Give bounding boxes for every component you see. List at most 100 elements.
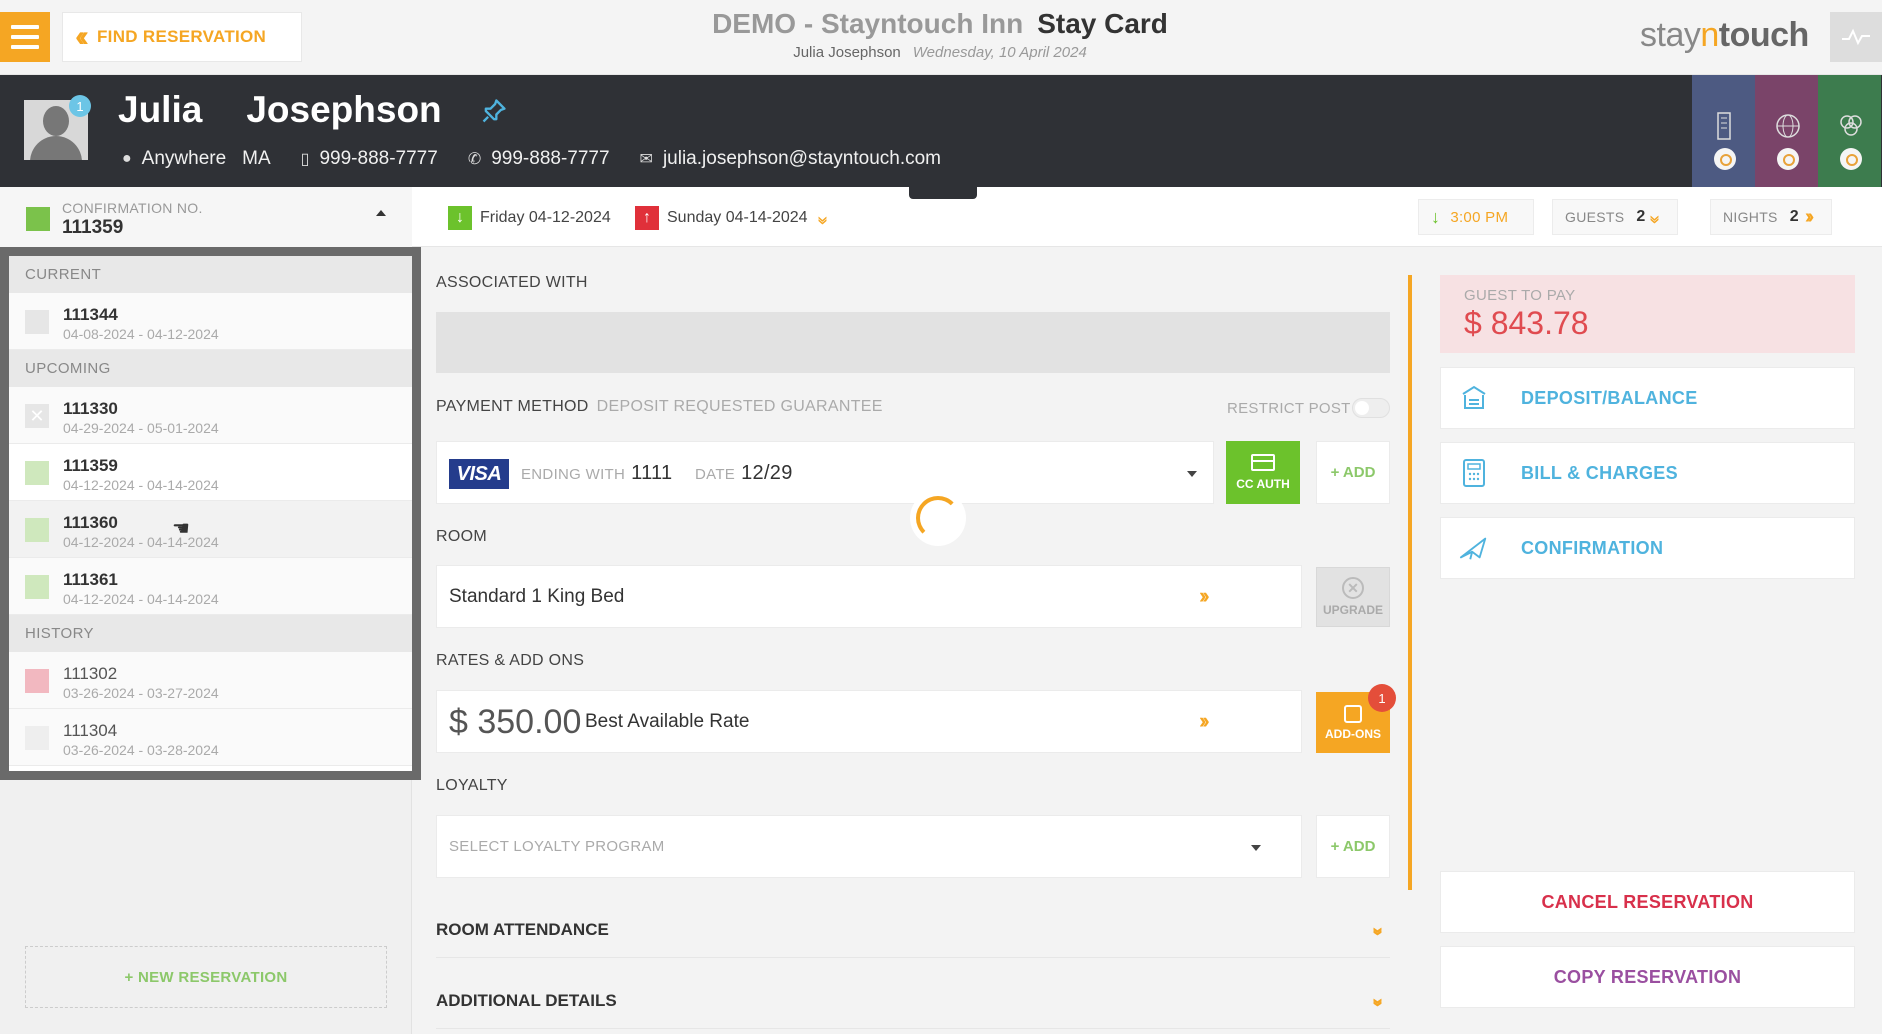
guest-name[interactable]: Julia Josephson: [118, 89, 442, 131]
loyalty-program-select[interactable]: SELECT LOYALTY PROGRAM: [436, 815, 1302, 878]
room-type: Standard 1 King Bed: [449, 586, 625, 607]
arrival-time: 3:00 PM: [1450, 208, 1509, 226]
restrict-post-toggle[interactable]: [1352, 398, 1390, 418]
chevron-right-icon: ››: [1804, 205, 1815, 228]
confirmation-status-square: [26, 207, 50, 231]
location-pin-icon: ●: [122, 150, 132, 167]
reservation-status-square: [25, 575, 49, 599]
confirmation-button[interactable]: CONFIRMATION: [1440, 517, 1855, 579]
group-current: CURRENT: [9, 256, 412, 293]
caret-up-icon[interactable]: [376, 210, 386, 216]
search-icon: [1840, 148, 1862, 170]
reservation-row-111302[interactable]: 111302 03-26-2024 - 03-27-2024: [9, 652, 412, 709]
departure-arrow-icon: ↑: [635, 206, 659, 230]
caret-down-icon: [1187, 471, 1197, 477]
reservation-row-111360[interactable]: 111360 04-12-2024 - 04-14-2024: [9, 501, 412, 558]
payment-card-selector[interactable]: VISA ENDING WITH 1111 DATE 12/29: [436, 441, 1214, 504]
group-icon: [1840, 115, 1862, 136]
reservation-dates: 04-08-2024 - 04-12-2024: [63, 326, 219, 342]
loading-spinner: [910, 490, 966, 546]
reservation-number: 111359: [63, 456, 118, 475]
rate-selector[interactable]: $ 350.00 Best Available Rate ››: [436, 690, 1302, 753]
departure-date[interactable]: ↑ Sunday 04-14-2024 ››: [635, 201, 834, 235]
arrival-time-chip[interactable]: ↓ 3:00 PM: [1418, 199, 1534, 235]
travel-agent-tile[interactable]: [1755, 75, 1818, 187]
guest-to-pay-label: GUEST TO PAY: [1464, 287, 1576, 304]
guest-email[interactable]: ✉ julia.josephson@stayntouch.com: [640, 148, 941, 170]
guest-mobile[interactable]: ▯ 999-888-7777: [301, 148, 438, 170]
upgrade-button[interactable]: ✕ UPGRADE: [1316, 567, 1390, 627]
page-subtitle: Julia Josephson Wednesday, 10 April 2024: [600, 44, 1280, 61]
arrival-time-icon: ↓: [1431, 206, 1441, 227]
find-reservation-button[interactable]: ‹‹ FIND RESERVATION: [62, 12, 302, 62]
reservation-dates: 04-12-2024 - 04-14-2024: [63, 591, 219, 607]
add-loyalty-button[interactable]: + ADD: [1316, 815, 1390, 878]
hamburger-menu-button[interactable]: [0, 12, 50, 62]
activity-pulse-button[interactable]: [1830, 12, 1882, 62]
reservation-row-111330[interactable]: ✕ 111330 04-29-2024 - 05-01-2024: [9, 387, 412, 444]
bill-charges-button[interactable]: BILL & CHARGES: [1440, 442, 1855, 504]
reservation-row-111304[interactable]: 111304 03-26-2024 - 03-28-2024: [9, 709, 412, 766]
card-ending-digits: 1111: [631, 462, 673, 484]
reservation-number: 111360: [63, 513, 118, 532]
group-history: HISTORY: [9, 615, 412, 652]
page-header: DEMO - Stayntouch Inn Stay Card Julia Jos…: [600, 8, 1280, 61]
reservation-status-square: [25, 461, 49, 485]
payment-method-label: PAYMENT METHOD DEPOSIT REQUESTED GUARANTE…: [436, 398, 883, 415]
search-icon: [1777, 148, 1799, 170]
additional-details-toggle[interactable]: ADDITIONAL DETAILS ››: [436, 973, 1390, 1029]
section-rail: [1408, 275, 1412, 890]
reservation-row-111361[interactable]: 111361 04-12-2024 - 04-14-2024: [9, 558, 412, 615]
new-reservation-button[interactable]: + NEW RESERVATION: [25, 946, 387, 1008]
caret-down-icon: [1251, 845, 1261, 851]
building-icon: [1717, 112, 1731, 140]
business-date: Wednesday, 10 April 2024: [912, 44, 1087, 61]
chevron-down-icon: ››: [1643, 214, 1666, 220]
pin-icon[interactable]: [480, 97, 508, 130]
room-type-selector[interactable]: Standard 1 King Bed ››: [436, 565, 1302, 628]
reservation-dates: 04-29-2024 - 05-01-2024: [63, 420, 219, 436]
group-tile[interactable]: [1818, 75, 1881, 187]
page-title: DEMO - Stayntouch Inn Stay Card: [600, 8, 1280, 40]
guests-chip[interactable]: GUESTS 2 ››: [1552, 199, 1678, 235]
reservation-row-111344[interactable]: 111344 04-08-2024 - 04-12-2024: [9, 293, 412, 350]
cc-auth-button[interactable]: CC AUTH: [1226, 441, 1300, 504]
rates-label: RATES & ADD ONS: [436, 652, 585, 669]
send-icon: [1459, 533, 1489, 563]
nights-label: NIGHTS: [1723, 209, 1778, 225]
guest-city: Anywhere: [141, 148, 227, 169]
group-upcoming: UPCOMING: [9, 350, 412, 387]
reservation-status-square: [25, 669, 49, 693]
guest-state: MA: [242, 148, 271, 169]
arrival-date[interactable]: ↓ Friday 04-12-2024: [448, 201, 611, 235]
company-card-tile[interactable]: [1692, 75, 1755, 187]
guest-phone[interactable]: ✆ 999-888-7777: [468, 148, 610, 170]
reservation-status-square: [25, 726, 49, 750]
avatar-badge: 1: [69, 95, 91, 117]
deposit-balance-button[interactable]: DEPOSIT/BALANCE: [1440, 367, 1855, 429]
room-attendance-toggle[interactable]: ROOM ATTENDANCE ››: [436, 902, 1390, 958]
visa-card-icon: VISA: [449, 459, 509, 489]
add-payment-button[interactable]: + ADD: [1316, 441, 1390, 504]
chevron-down-icon[interactable]: ››: [811, 215, 834, 220]
reservation-list: CURRENT 111344 04-08-2024 - 04-12-2024 U…: [0, 247, 421, 780]
nights-chip[interactable]: NIGHTS 2 ››: [1710, 199, 1832, 235]
cancel-reservation-button[interactable]: CANCEL RESERVATION: [1440, 871, 1855, 933]
confirmation-number: 111359: [62, 217, 124, 238]
associated-with-box: [436, 312, 1390, 373]
double-chevron-left-icon: ‹‹: [75, 20, 89, 53]
guest-location: ● Anywhere MA: [122, 148, 271, 170]
drawer-handle[interactable]: [909, 187, 977, 199]
loyalty-label: LOYALTY: [436, 777, 508, 794]
stay-dates-bar: ↓ Friday 04-12-2024 ↑ Sunday 04-14-2024 …: [412, 187, 1882, 247]
guest-to-pay-amount: $ 843.78: [1464, 305, 1589, 341]
property-name: DEMO - Stayntouch Inn: [712, 8, 1024, 39]
search-icon: [1714, 148, 1736, 170]
room-label: ROOM: [436, 528, 487, 545]
confirmation-selector[interactable]: CONFIRMATION NO. 111359: [0, 187, 412, 247]
copy-reservation-button[interactable]: COPY RESERVATION: [1440, 946, 1855, 1008]
reservation-dates: 03-26-2024 - 03-27-2024: [63, 685, 219, 701]
chevron-right-icon: ››: [1199, 583, 1209, 608]
nights-count: 2: [1789, 208, 1799, 225]
reservation-row-111359[interactable]: 111359 04-12-2024 - 04-14-2024: [9, 444, 412, 501]
